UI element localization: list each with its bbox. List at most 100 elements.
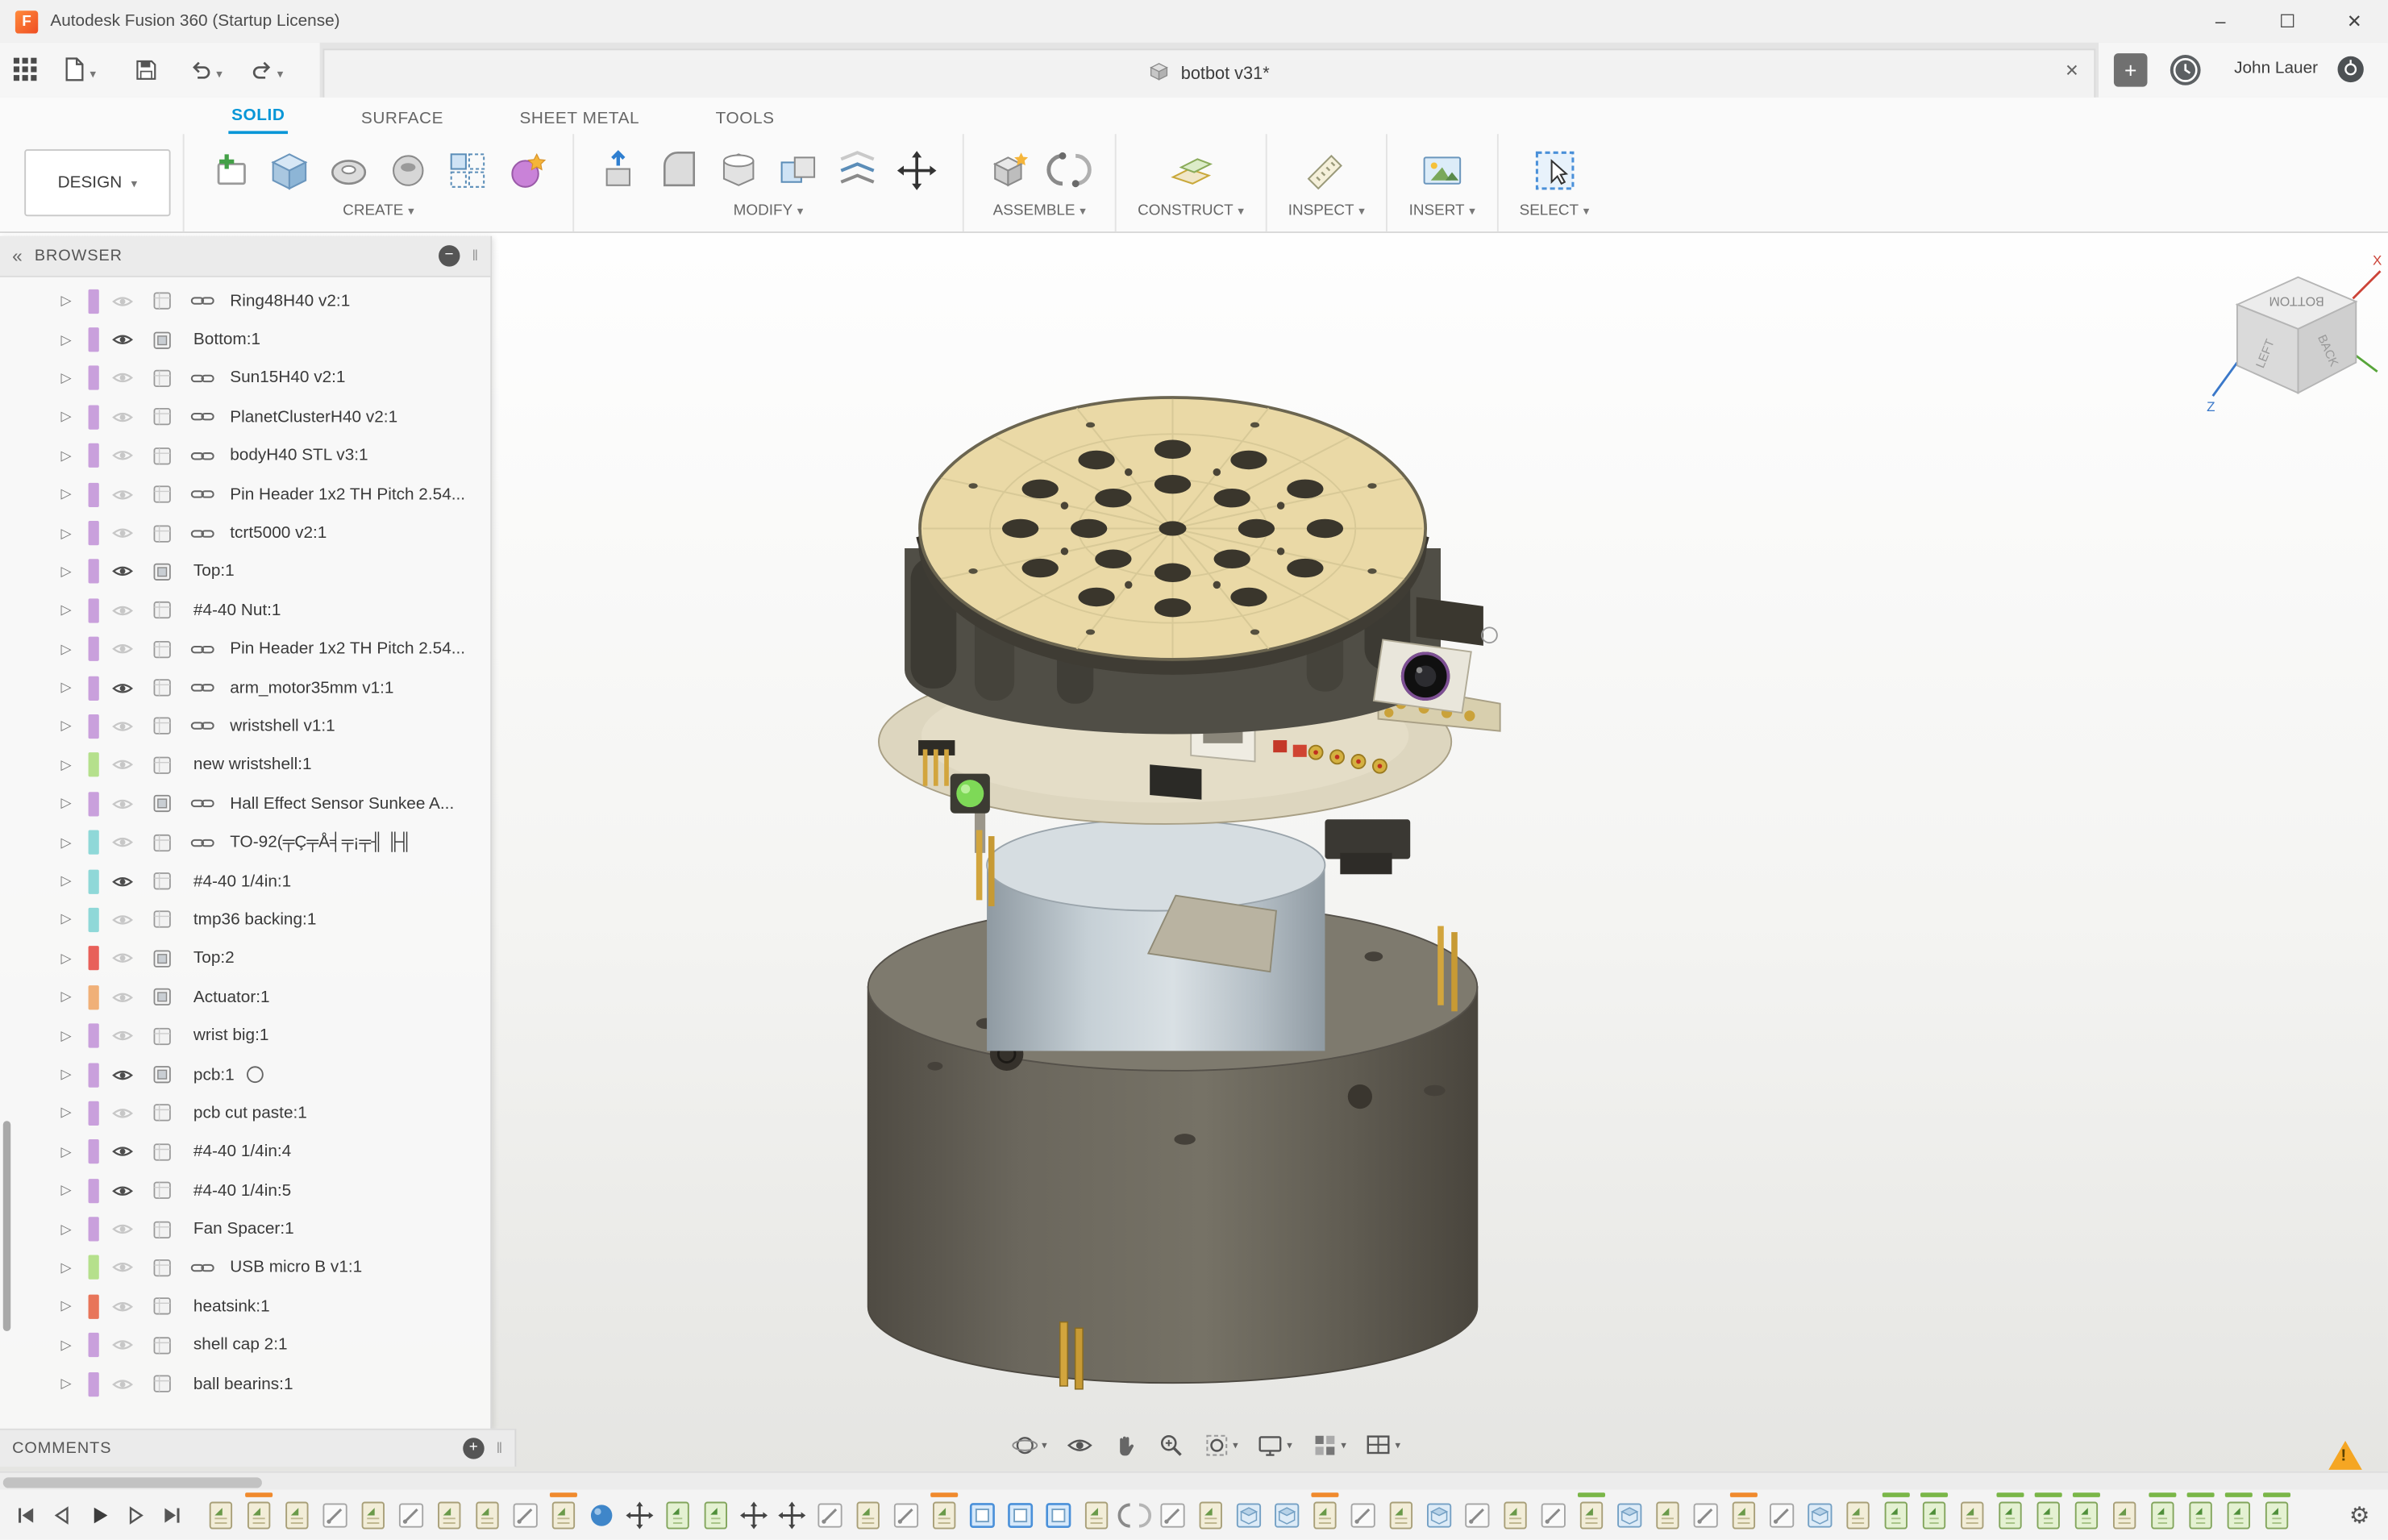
expander-arrow-icon[interactable]: ▷ [61, 525, 89, 542]
expander-arrow-icon[interactable]: ▷ [61, 1027, 89, 1044]
selection-circle-icon[interactable] [247, 1066, 264, 1083]
timeline-feature-icon[interactable] [661, 1498, 695, 1532]
visibility-eye-icon[interactable] [111, 873, 151, 889]
timeline-feature-icon[interactable] [2107, 1498, 2141, 1532]
component-color-bar[interactable] [89, 289, 99, 313]
clock-icon[interactable] [2169, 53, 2203, 94]
timeline-feature-icon[interactable] [1194, 1498, 1228, 1532]
panel-grip-icon[interactable]: ‖ [472, 248, 478, 264]
timeline-feature-icon[interactable] [1156, 1498, 1190, 1532]
component-color-bar[interactable] [89, 908, 99, 932]
collapse-panel-icon[interactable]: « [12, 245, 23, 266]
expander-arrow-icon[interactable]: ▷ [61, 293, 89, 310]
offset-face-button[interactable] [833, 146, 881, 194]
visibility-eye-icon[interactable] [111, 371, 151, 386]
tab-tools[interactable]: TOOLS [713, 110, 777, 134]
browser-item[interactable]: ▷bodyH40 STL v3:1 [0, 436, 490, 475]
expander-arrow-icon[interactable]: ▷ [61, 370, 89, 387]
timeline-feature-icon[interactable] [851, 1498, 885, 1532]
component-color-bar[interactable] [89, 1255, 99, 1280]
warning-icon[interactable]: ! [2328, 1441, 2362, 1470]
tab-solid[interactable]: SOLID [228, 106, 288, 134]
maximize-button[interactable]: ☐ [2254, 0, 2321, 43]
browser-item[interactable]: ▷tmp36 backing:1 [0, 901, 490, 939]
tab-surface[interactable]: SURFACE [358, 110, 447, 134]
browser-item[interactable]: ▷pcb cut paste:1 [0, 1094, 490, 1133]
press-pull-button[interactable] [596, 146, 644, 194]
component-color-bar[interactable] [89, 714, 99, 739]
expander-arrow-icon[interactable]: ▷ [61, 564, 89, 581]
component-color-bar[interactable] [89, 1217, 99, 1241]
play-button[interactable] [82, 1498, 116, 1532]
browser-item[interactable]: ▷#4-40 Nut:1 [0, 591, 490, 630]
timeline-feature-icon[interactable] [776, 1498, 809, 1532]
save-button[interactable] [134, 58, 158, 90]
revolve-button[interactable] [324, 146, 372, 194]
timeline-feature-icon[interactable] [889, 1498, 923, 1532]
timeline-feature-icon[interactable] [1841, 1498, 1875, 1532]
construction-plane-button[interactable] [1167, 146, 1215, 194]
timeline-feature-icon[interactable] [2260, 1498, 2294, 1532]
skip-start-button[interactable] [9, 1498, 43, 1532]
expander-arrow-icon[interactable]: ▷ [61, 1105, 89, 1122]
visibility-eye-icon[interactable] [111, 603, 151, 618]
visibility-eye-icon[interactable] [111, 526, 151, 541]
timeline-feature-icon[interactable] [623, 1498, 657, 1532]
visibility-eye-icon[interactable] [111, 758, 151, 773]
expander-arrow-icon[interactable]: ▷ [61, 911, 89, 928]
timeline-feature-icon[interactable] [1118, 1498, 1152, 1532]
timeline-feature-icon[interactable] [1651, 1498, 1685, 1532]
timeline-feature-icon[interactable] [1727, 1498, 1761, 1532]
component-color-bar[interactable] [89, 327, 99, 352]
timeline-feature-icon[interactable] [1689, 1498, 1723, 1532]
new-tab-button[interactable]: + [2114, 53, 2148, 87]
timeline-feature-icon[interactable] [356, 1498, 390, 1532]
viewcube-face-bottom[interactable]: BOTTOM [2269, 293, 2324, 308]
timeline-feature-icon[interactable] [1955, 1498, 1989, 1532]
visibility-eye-icon[interactable] [111, 912, 151, 927]
browser-item[interactable]: ▷#4-40 1/4in:1 [0, 862, 490, 901]
plastic-part-button[interactable] [502, 146, 551, 194]
visibility-eye-icon[interactable] [111, 1028, 151, 1043]
timeline-scrollbar[interactable] [0, 1471, 2388, 1492]
component-color-bar[interactable] [89, 1024, 99, 1048]
component-color-bar[interactable] [89, 443, 99, 468]
timeline-feature-icon[interactable] [1917, 1498, 1951, 1532]
visibility-eye-icon[interactable] [111, 642, 151, 657]
create-form-button[interactable] [265, 146, 314, 194]
visibility-eye-icon[interactable] [111, 681, 151, 696]
component-color-bar[interactable] [89, 1063, 99, 1087]
browser-item[interactable]: ▷#4-40 1/4in:4 [0, 1133, 490, 1172]
visibility-eye-icon[interactable] [111, 1067, 151, 1082]
expander-arrow-icon[interactable]: ▷ [61, 331, 89, 348]
panel-grip-icon[interactable]: ‖ [497, 1440, 503, 1457]
component-color-bar[interactable] [89, 753, 99, 777]
visibility-eye-icon[interactable] [111, 1260, 151, 1276]
rectangular-pattern-button[interactable] [443, 146, 492, 194]
insert-canvas-button[interactable] [1417, 146, 1466, 194]
expander-arrow-icon[interactable]: ▷ [61, 1182, 89, 1199]
close-tab-icon[interactable]: ✕ [2065, 61, 2078, 81]
component-color-bar[interactable] [89, 985, 99, 1009]
visibility-eye-icon[interactable] [111, 951, 151, 966]
browser-item[interactable]: ▷Pin Header 1x2 TH Pitch 2.54... [0, 630, 490, 668]
expander-arrow-icon[interactable]: ▷ [61, 1376, 89, 1392]
timeline-feature-icon[interactable] [509, 1498, 543, 1532]
visibility-eye-icon[interactable] [111, 719, 151, 735]
gear-icon[interactable]: ⚙ [2349, 1501, 2369, 1529]
timeline-feature-icon[interactable] [1879, 1498, 1913, 1532]
close-button[interactable]: ✕ [2321, 0, 2388, 43]
component-color-bar[interactable] [89, 830, 99, 855]
visibility-eye-icon[interactable] [111, 1183, 151, 1198]
fit-button[interactable]: ▾ [1196, 1426, 1245, 1465]
component-color-bar[interactable] [89, 1101, 99, 1126]
measure-button[interactable] [1302, 146, 1350, 194]
redo-button[interactable]: ▾ [250, 58, 284, 90]
component-color-bar[interactable] [89, 637, 99, 661]
browser-item[interactable]: ▷TO-92(╤Ç╤Å╡╤¡╤╢ ╟╢ [0, 823, 490, 862]
timeline-feature-icon[interactable] [318, 1498, 352, 1532]
timeline-feature-icon[interactable] [699, 1498, 733, 1532]
browser-item[interactable]: ▷USB micro B v1:1 [0, 1249, 490, 1288]
timeline-feature-icon[interactable] [204, 1498, 238, 1532]
timeline-feature-icon[interactable] [1499, 1498, 1533, 1532]
